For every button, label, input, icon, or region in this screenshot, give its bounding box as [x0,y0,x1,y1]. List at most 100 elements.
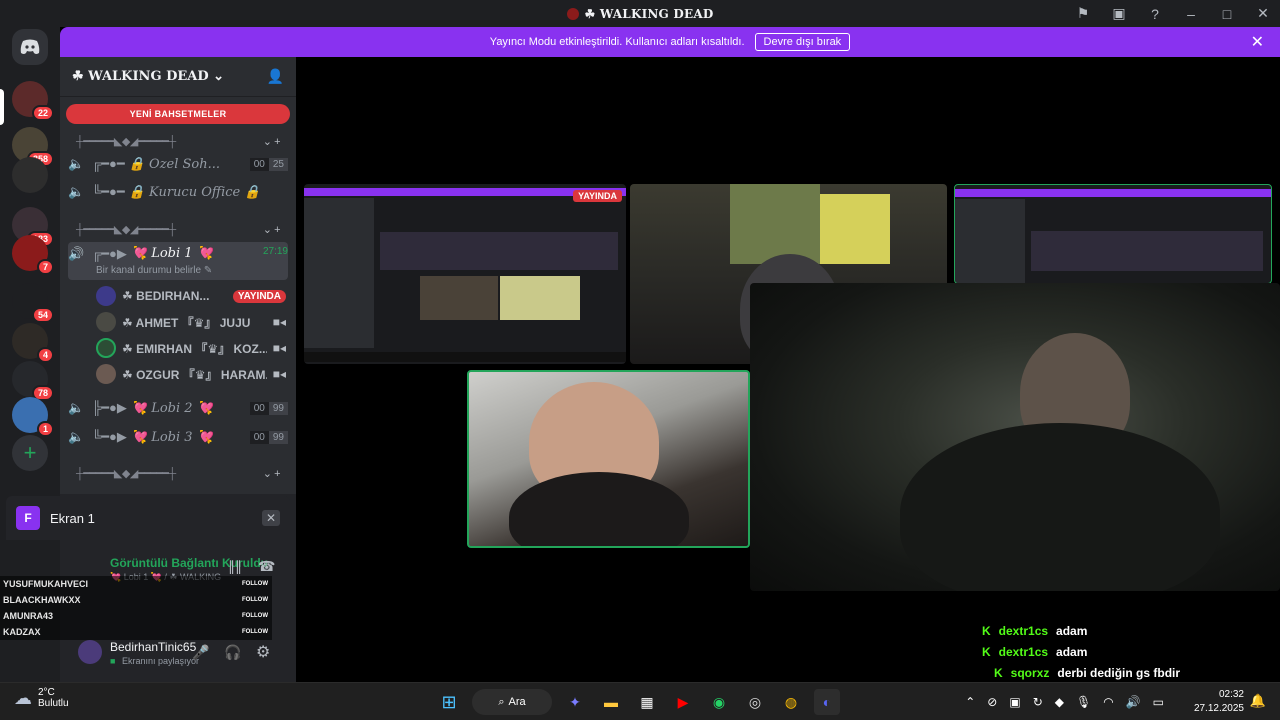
temperature: 2°C [38,687,55,698]
whatsapp-icon[interactable]: ◉ [706,689,732,715]
guild-header[interactable]: ☘ WALKING DEAD ⌄ 👤 [60,57,296,97]
add-server-button[interactable]: + [12,435,48,471]
channel-ozel-sohbet[interactable]: 🔈 ╔━●━ 🔒 Özel Soh... 00 25 [68,151,288,177]
screen-share-label: Ekran 1 [50,510,95,526]
add-channel-icon[interactable]: ⌄ + [263,223,281,236]
notification-bell-icon[interactable]: 🔔 [1250,693,1266,709]
invite-people-icon[interactable]: 👤 [267,68,284,85]
discord-taskbar-icon[interactable]: ◐ [814,689,840,715]
shared-screen-cam [420,276,498,320]
screen-share-tile[interactable] [954,184,1272,284]
disconnect-icon[interactable]: ☎ [258,558,275,575]
add-channel-icon[interactable]: ⌄ + [263,135,281,148]
title-bar-controls: ⚑ ▣ ? – □ ✕ [1074,0,1272,27]
voice-user[interactable]: ☘ AHMET 『♛』 JUJU ■◂ [96,309,286,335]
banner-message: Yayıncı Modu etkinleştirildi. Kullanıcı … [489,36,745,48]
clock[interactable]: 02:32 27.12.2025 [1194,688,1244,716]
user-settings-icon[interactable]: ⚙ [256,642,270,662]
copilot-icon[interactable]: ✦ [562,689,588,715]
battery-icon[interactable]: ▭ [1153,695,1164,709]
tray-app-icon[interactable]: ◆ [1055,695,1064,709]
separator-text: ┼━━━━━◣◆◢━━━━━┼ [76,468,176,480]
chat-text: adam [1056,644,1088,659]
channel-timer: 27:19 [262,246,288,257]
avatar [96,312,116,332]
help-icon[interactable]: ? [1146,6,1164,22]
discord-home-button[interactable] [12,29,48,65]
shared-screen-taskbar [304,352,626,362]
minimize-icon[interactable]: – [1182,6,1200,22]
windows-start-icon[interactable]: ⊞ [436,689,462,715]
voice-user[interactable]: ☘ OZGUR 『♛』 HARAM... ■◂ [96,361,286,387]
server-icon-3[interactable] [12,157,48,193]
chat-user: dextr1cs [998,644,1049,659]
server-icon-7[interactable]: 4 [12,323,54,363]
wifi-icon[interactable]: ◠ [1103,695,1113,709]
server-icon-1[interactable]: 22 [12,81,54,121]
add-channel-icon[interactable]: ⌄ + [263,467,281,480]
window-title-text: ☘ WALKING DEAD [584,6,714,21]
taskbar-search[interactable]: ⌕ Ara [472,689,552,715]
weather-widget[interactable]: ☁ 2°C Bulutlu [14,687,69,709]
tray-app-icon[interactable]: ▣ [1009,695,1020,709]
channel-separator: ┼━━━━━◣◆◢━━━━━┼ ⌄ + [76,223,281,236]
chat-text: adam [1056,623,1088,638]
account-name[interactable]: BedirhanTinic65 [110,640,196,654]
voice-user[interactable]: ☘ EMIRHAN 『♛』 KOZ... ■◂ [96,335,286,361]
tray-overflow-icon[interactable]: ⌃ [965,695,975,709]
streamer-mode-banner: Yayıncı Modu etkinleştirildi. Kullanıcı … [60,27,1280,57]
channel-status-hint[interactable]: Bir kanal durumu belirle ✎ [96,265,212,276]
inbox-flag-icon[interactable]: ⚑ [1074,5,1092,22]
chat-user: sqorxz [1010,665,1050,680]
close-window-icon[interactable]: ✕ [1254,5,1272,22]
chrome-icon[interactable]: ◍ [778,689,804,715]
screen-share-tile[interactable]: YAYINDA [304,184,626,364]
follow-label: FOLLOW [242,629,268,635]
maximize-icon[interactable]: □ [1218,6,1236,22]
chat-user: dextr1cs [998,623,1049,638]
volume-icon[interactable]: 🔊 [1126,695,1141,709]
account-status: Ekranını paylaşıyor [122,656,200,666]
server-icon-8[interactable]: 78 [12,361,54,401]
new-mentions-button[interactable]: YENİ BAHSETMELER [66,104,290,124]
tray-app-icon[interactable]: ↻ [1033,695,1043,709]
chat-message: Kdextr1cs adam [982,620,1180,641]
microphone-icon[interactable]: 🎤 [192,644,209,661]
channel-count-limit: 25 [268,157,288,171]
server-icon-5[interactable]: 7 [12,235,54,275]
headphones-icon[interactable]: 🎧 [224,644,241,661]
soundboard-icon[interactable]: ∥∥ [228,558,242,575]
follower-name: BLAACKHAWKXX [3,595,81,605]
channel-lobi-3[interactable]: 🔈 ╚━●▶ 💘 Lobi 3 💘 00 99 [68,424,288,450]
user-avatar[interactable] [78,640,102,664]
shared-screen-tiles [1031,231,1263,271]
chat-message: Ksqorxz derbi dediğin gs fbdir [994,662,1180,683]
guild-name[interactable]: ☘ WALKING DEAD ⌄ [72,69,224,84]
app-icon[interactable]: ◎ [742,689,768,715]
voice-user[interactable]: ☘ BEDIRHAN... YAYINDA [96,283,286,309]
close-banner-icon[interactable]: ✕ [1251,32,1264,52]
kick-icon: K [982,623,991,638]
server-icon-9[interactable]: 1 [12,397,54,437]
stream-chat-overlay: Kdextr1cs adam Kdextr1cs adam Ksqorxz derbi… [982,620,1180,683]
file-explorer-icon[interactable]: ▬ [598,689,624,715]
channel-count-current: 00 [249,430,269,444]
youtube-icon[interactable]: ▶ [670,689,696,715]
channel-name: 🔒 Özel Soh... [128,156,221,172]
live-badge: YAYINDA [232,289,286,303]
disable-streamer-mode-button[interactable]: Devre dışı bırak [754,33,851,51]
channel-lobi-2[interactable]: 🔈 ╠━●▶ 💘 Lobi 2 💘 00 99 [68,395,288,421]
weather-condition: Bulutlu [38,698,69,709]
voice-connection-status[interactable]: Görüntülü Bağlantı Kuruldu [110,556,268,570]
store-icon[interactable]: ▦ [634,689,660,715]
server-icon-6[interactable]: 54 [12,283,54,323]
channel-prefix: ╔━●━ [92,156,125,171]
stop-share-icon[interactable]: ✕ [261,510,280,526]
person-shape [900,423,1220,591]
screen-icon[interactable]: ▣ [1110,5,1128,22]
video-tile-speaking[interactable] [467,370,750,548]
channel-kurucu-office[interactable]: 🔈 ╚━●━ 🔒 Kurucu Office 🔒 [68,179,288,205]
microphone-tray-icon[interactable]: 🎙 [1076,695,1091,709]
tray-app-icon[interactable]: ⊘ [987,695,997,709]
video-tile-focused[interactable] [750,283,1280,591]
